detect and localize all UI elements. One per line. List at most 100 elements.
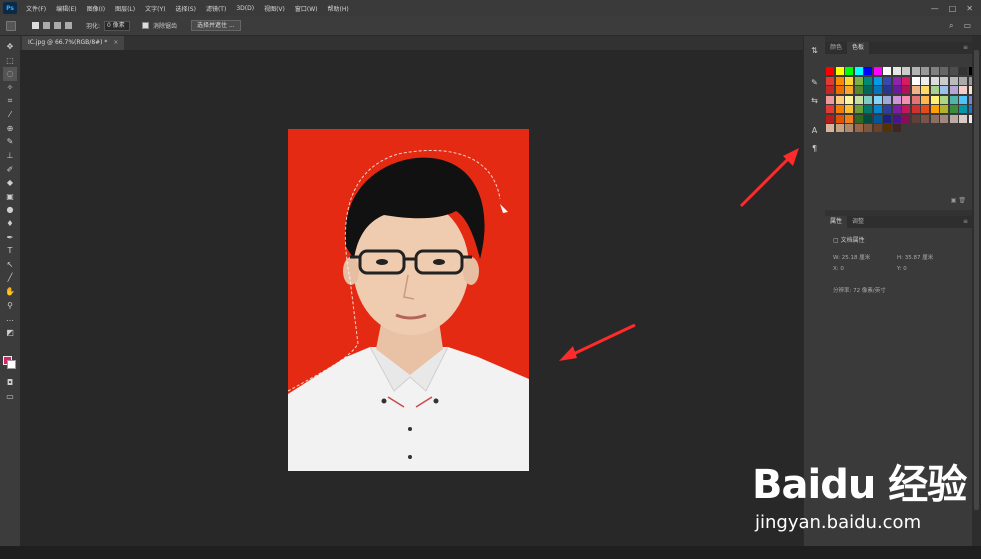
color-swatch[interactable] (873, 105, 882, 113)
antialias-checkbox[interactable] (142, 22, 150, 29)
stamp-tool-icon[interactable]: ⊥ (3, 149, 17, 163)
menu-file[interactable]: 文件(F) (21, 4, 51, 13)
color-swatch[interactable] (911, 105, 920, 113)
color-swatch[interactable] (873, 114, 882, 123)
color-swatch[interactable] (883, 105, 891, 113)
id-photo[interactable] (288, 129, 529, 471)
tab-swatches[interactable]: 色板 (847, 42, 870, 54)
pen-tool-icon[interactable]: ✒ (3, 230, 17, 244)
color-swatch[interactable] (864, 86, 872, 94)
color-swatch[interactable] (940, 86, 948, 94)
color-swatch[interactable] (921, 95, 929, 104)
color-swatch[interactable] (921, 76, 929, 85)
properties-menu-icon[interactable]: ≡ (963, 216, 972, 228)
color-swatch[interactable] (864, 124, 872, 132)
screen-mode-icon[interactable]: ▭ (3, 390, 17, 404)
character-panel-icon[interactable]: A (809, 124, 821, 136)
color-swatch[interactable] (940, 114, 948, 123)
background-color[interactable] (7, 360, 16, 369)
color-swatch[interactable] (892, 86, 901, 94)
color-swatch[interactable] (873, 67, 882, 75)
color-swatch[interactable] (826, 114, 834, 123)
color-swatch[interactable] (911, 95, 920, 104)
color-swatch[interactable] (845, 67, 853, 75)
eyedropper-tool-icon[interactable]: ⁄ (3, 108, 17, 122)
color-swatch[interactable] (883, 76, 891, 85)
color-swatch[interactable] (835, 105, 844, 113)
color-swatch[interactable] (892, 114, 901, 123)
color-swatch[interactable] (940, 67, 948, 75)
color-swatch[interactable] (864, 67, 872, 75)
color-swatch[interactable] (949, 105, 958, 113)
color-swatch[interactable] (921, 114, 929, 123)
brush-tool-icon[interactable]: ✎ (3, 135, 17, 149)
color-swatch[interactable] (826, 67, 834, 75)
color-swatch[interactable] (959, 76, 967, 85)
color-swatch[interactable] (873, 95, 882, 104)
gradient-tool-icon[interactable]: ▣ (3, 190, 17, 204)
color-swatch[interactable] (892, 105, 901, 113)
color-swatch[interactable] (959, 67, 967, 75)
marquee-tool-icon[interactable]: ⬚ (3, 54, 17, 68)
menu-3d[interactable]: 3D(D) (231, 5, 259, 12)
panel-menu-icon[interactable]: ≡ (963, 42, 972, 54)
menu-layer[interactable]: 图层(L) (110, 4, 140, 13)
color-swatch[interactable] (845, 105, 853, 113)
color-swatch[interactable] (873, 76, 882, 85)
tab-properties[interactable]: 属性 (825, 216, 848, 228)
new-selection-icon[interactable] (32, 22, 39, 29)
maximize-button[interactable]: □ (949, 4, 957, 13)
color-swatch[interactable] (902, 76, 910, 85)
color-swatch[interactable] (921, 86, 929, 94)
search-icon[interactable]: ⌕ (949, 21, 953, 31)
lasso-tool-icon[interactable]: ◌ (3, 67, 17, 81)
color-swatch[interactable] (873, 124, 882, 132)
menu-help[interactable]: 帮助(H) (323, 4, 354, 13)
move-tool-icon[interactable]: ✥ (3, 40, 17, 54)
minimize-button[interactable]: — (931, 4, 939, 13)
blur-tool-icon[interactable]: ● (3, 203, 17, 217)
menu-select[interactable]: 选择(S) (170, 4, 201, 13)
color-swatch[interactable] (854, 67, 863, 75)
color-swatch[interactable] (845, 86, 853, 94)
color-swatch[interactable] (930, 105, 939, 113)
color-swatch[interactable] (940, 105, 948, 113)
feather-input[interactable]: 0 像素 (104, 20, 131, 31)
color-swatch[interactable] (959, 86, 967, 94)
color-swatch[interactable] (930, 76, 939, 85)
color-swatch[interactable] (902, 95, 910, 104)
color-swatch[interactable] (949, 95, 958, 104)
menu-window[interactable]: 窗口(W) (290, 4, 323, 13)
hand-tool-icon[interactable]: ✋ (3, 285, 17, 299)
default-colors-icon[interactable]: ◩ (3, 325, 17, 339)
color-swatch[interactable] (940, 95, 948, 104)
menu-type[interactable]: 文字(Y) (140, 4, 170, 13)
color-swatch[interactable] (826, 124, 834, 132)
color-swatch[interactable] (949, 86, 958, 94)
color-swatch[interactable] (835, 114, 844, 123)
color-swatch[interactable] (930, 114, 939, 123)
history-panel-icon[interactable]: ⇅ (809, 44, 821, 56)
color-swatch[interactable] (959, 114, 967, 123)
color-swatch[interactable] (930, 67, 939, 75)
width-value[interactable]: W: 25.18 厘米 (833, 253, 870, 261)
color-swatch[interactable] (892, 124, 901, 132)
color-swatch[interactable] (845, 76, 853, 85)
color-swatch[interactable] (854, 86, 863, 94)
color-swatch[interactable] (949, 67, 958, 75)
delete-swatch-icon[interactable]: 🗑 (958, 197, 966, 204)
tab-adjustments[interactable]: 调整 (847, 216, 869, 228)
color-swatch[interactable] (854, 105, 863, 113)
color-swatch[interactable] (892, 76, 901, 85)
history-brush-tool-icon[interactable]: ✐ (3, 162, 17, 176)
color-swatch[interactable] (826, 76, 834, 85)
more-tools-icon[interactable]: … (3, 312, 17, 326)
y-value[interactable]: Y: 0 (897, 266, 907, 272)
color-swatch[interactable] (854, 124, 863, 132)
color-swatch[interactable] (892, 95, 901, 104)
healing-tool-icon[interactable]: ⊕ (3, 122, 17, 136)
color-swatch[interactable] (930, 95, 939, 104)
color-swatch[interactable] (883, 114, 891, 123)
quick-mask-icon[interactable]: ◘ (3, 376, 17, 390)
color-swatch[interactable] (902, 67, 910, 75)
